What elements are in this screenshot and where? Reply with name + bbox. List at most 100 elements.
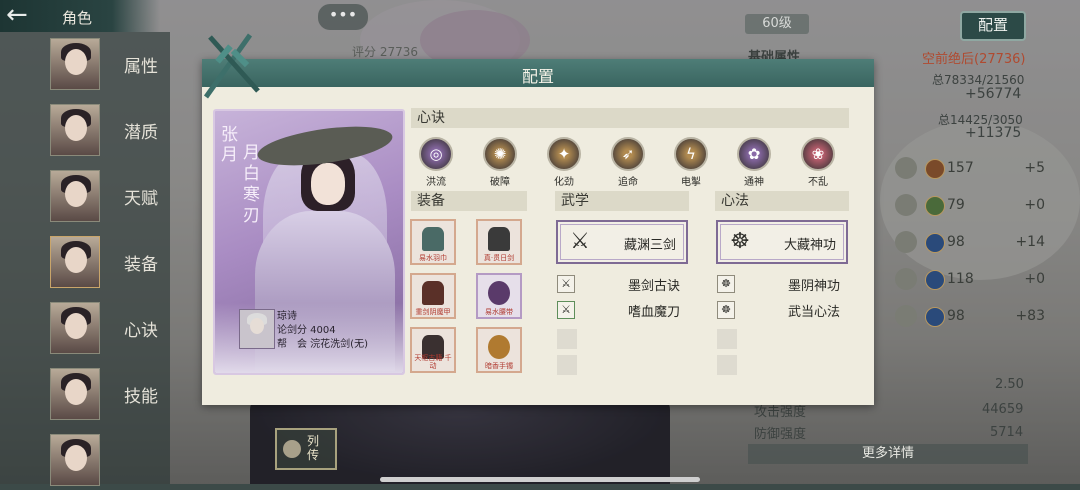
equipment-icon bbox=[422, 227, 444, 251]
ratio-value: 2.50 bbox=[995, 377, 1024, 392]
skill-icon: ◎ bbox=[419, 137, 453, 171]
stat-delta: +14 bbox=[1015, 234, 1045, 250]
more-details-button[interactable]: 更多详情 bbox=[748, 444, 1028, 464]
stat-value: 157 bbox=[947, 160, 974, 176]
avatar[interactable] bbox=[50, 170, 100, 222]
avatar[interactable] bbox=[50, 38, 100, 90]
stat-delta: +5 bbox=[1024, 160, 1045, 176]
equipment-slot[interactable]: 重剑阴魔甲 bbox=[410, 273, 456, 319]
stat-badge bbox=[925, 233, 945, 253]
equipment-slot[interactable]: 天枢古籍·千动 bbox=[410, 327, 456, 373]
sidebar-item-xinjue[interactable]: 心诀 bbox=[50, 302, 170, 358]
xinjue-skill[interactable]: ✺ 破障 bbox=[480, 137, 520, 188]
wuxue-empty-slot[interactable] bbox=[557, 329, 577, 349]
wuxue-item-label: 墨剑古诀 bbox=[628, 279, 681, 294]
avatar[interactable] bbox=[50, 104, 100, 156]
avatar[interactable] bbox=[50, 434, 100, 486]
xinjue-skill[interactable]: ϟ 电掣 bbox=[671, 137, 711, 188]
xinjue-skill[interactable]: ➶ 追命 bbox=[608, 137, 648, 188]
sidebar-item-talent[interactable]: 天赋 bbox=[50, 170, 170, 226]
sidebar-item-skills[interactable]: 技能 bbox=[50, 368, 170, 424]
sword-pose-icon: ⚔ bbox=[570, 229, 590, 254]
avatar[interactable] bbox=[50, 302, 100, 354]
stat-value: 98 bbox=[947, 308, 965, 324]
xinjue-skill[interactable]: ◎ 洪流 bbox=[416, 137, 456, 188]
character-face bbox=[311, 163, 345, 205]
skill-label: 电掣 bbox=[681, 177, 701, 188]
biography-button[interactable]: 列传 bbox=[275, 428, 337, 470]
sidebar-item-label: 装备 bbox=[124, 255, 158, 275]
home-indicator[interactable] bbox=[380, 477, 700, 482]
equipment-caption: 暗香手镯 bbox=[485, 362, 513, 370]
top-score: 评分 27736 bbox=[352, 45, 418, 59]
equipment-icon bbox=[488, 281, 510, 305]
equipment-slot[interactable]: 暗香手镯 bbox=[476, 327, 522, 373]
stat-delta: +83 bbox=[1015, 308, 1045, 324]
sidebar-item-extra[interactable] bbox=[50, 434, 170, 490]
equipment-slot[interactable]: 易水腰带 bbox=[476, 273, 522, 319]
level-badge: 60级 bbox=[745, 14, 809, 34]
stat-delta: +0 bbox=[1024, 197, 1045, 213]
sidebar-item-equipment[interactable]: 装备 bbox=[50, 236, 170, 292]
xinfa-header: 心法 bbox=[715, 191, 849, 211]
xinfa-slot[interactable]: ☸ bbox=[717, 301, 735, 319]
sidebar-item-potential[interactable]: 潜质 bbox=[50, 104, 170, 160]
stat-badge bbox=[925, 270, 945, 290]
stat-icon bbox=[895, 305, 917, 327]
xinfa-empty-slot[interactable] bbox=[717, 329, 737, 349]
player-name: 琼诗 bbox=[277, 311, 297, 322]
bio-icon bbox=[283, 440, 301, 458]
xinjue-skill[interactable]: ✿ 通神 bbox=[734, 137, 774, 188]
defense-value: 5714 bbox=[990, 425, 1024, 440]
equipment-caption: 真·贯日剑 bbox=[483, 254, 515, 262]
player-guild: 帮 会 浣花洗剑(无) bbox=[277, 339, 368, 350]
sidebar-item-label: 心诀 bbox=[124, 321, 158, 341]
biography-label: 列传 bbox=[307, 434, 320, 462]
xinjue-skill[interactable]: ❀ 不乱 bbox=[798, 137, 838, 188]
attack-value: 44659 bbox=[982, 402, 1024, 417]
skill-label: 通神 bbox=[744, 177, 764, 188]
meditation-icon: ☸ bbox=[730, 229, 750, 254]
skill-label: 洪流 bbox=[426, 177, 446, 188]
stat-row: 98 +83 bbox=[895, 305, 1045, 329]
wuxue-empty-slot[interactable] bbox=[557, 355, 577, 375]
skill-icon: ❀ bbox=[801, 137, 835, 171]
xinjue-skill[interactable]: ✦ 化劲 bbox=[544, 137, 584, 188]
sidebar-item-label: 属性 bbox=[124, 57, 158, 77]
wuxue-main-slot[interactable]: ⚔ 藏渊三剑 bbox=[556, 220, 688, 264]
stat-value: 118 bbox=[947, 271, 974, 287]
skill-label: 追命 bbox=[618, 177, 638, 188]
modal-title: 配置 bbox=[521, 67, 554, 86]
wuxue-slot[interactable]: ⚔ bbox=[557, 275, 575, 293]
equipment-caption: 易水羽巾 bbox=[419, 254, 447, 262]
equipment-slot[interactable]: 真·贯日剑 bbox=[476, 219, 522, 265]
skill-icon: ϟ bbox=[674, 137, 708, 171]
page-title: 角色 bbox=[62, 9, 93, 27]
xinfa-empty-slot[interactable] bbox=[717, 355, 737, 375]
chat-button[interactable]: ••• bbox=[318, 4, 368, 30]
equipment-slot[interactable]: 易水羽巾 bbox=[410, 219, 456, 265]
back-arrow-icon[interactable]: ← bbox=[6, 2, 46, 29]
character-card[interactable]: 张月 月白寒刃 琼诗 论剑分 4004 帮 会 浣花洗剑(无) bbox=[213, 109, 405, 375]
stat-value: 98 bbox=[947, 234, 965, 250]
sidebar-item-label: 技能 bbox=[124, 387, 158, 407]
skill-icon: ✦ bbox=[547, 137, 581, 171]
xinfa-main-label: 大藏神功 bbox=[783, 238, 836, 253]
player-score: 论剑分 4004 bbox=[277, 325, 336, 336]
wuxue-item-label: 嗜血魔刀 bbox=[628, 305, 681, 320]
skill-icon: ➶ bbox=[611, 137, 645, 171]
xinfa-main-slot[interactable]: ☸ 大藏神功 bbox=[716, 220, 848, 264]
xinfa-slot[interactable]: ☸ bbox=[717, 275, 735, 293]
stat-badge bbox=[925, 159, 945, 179]
sidebar-item-attributes[interactable]: 属性 bbox=[50, 38, 170, 94]
avatar[interactable] bbox=[50, 368, 100, 420]
stat-badge bbox=[925, 196, 945, 216]
equipment-header: 装备 bbox=[411, 191, 527, 211]
config-button[interactable]: 配置 bbox=[960, 11, 1026, 41]
stat-row: 79 +0 bbox=[895, 194, 1045, 218]
total-two-plus: +11375 bbox=[965, 125, 1022, 141]
wuxue-slot[interactable]: ⚔ bbox=[557, 301, 575, 319]
avatar[interactable] bbox=[50, 236, 100, 288]
defense-label: 防御强度 bbox=[754, 427, 807, 442]
sidebar-item-label: 天赋 bbox=[124, 189, 158, 209]
